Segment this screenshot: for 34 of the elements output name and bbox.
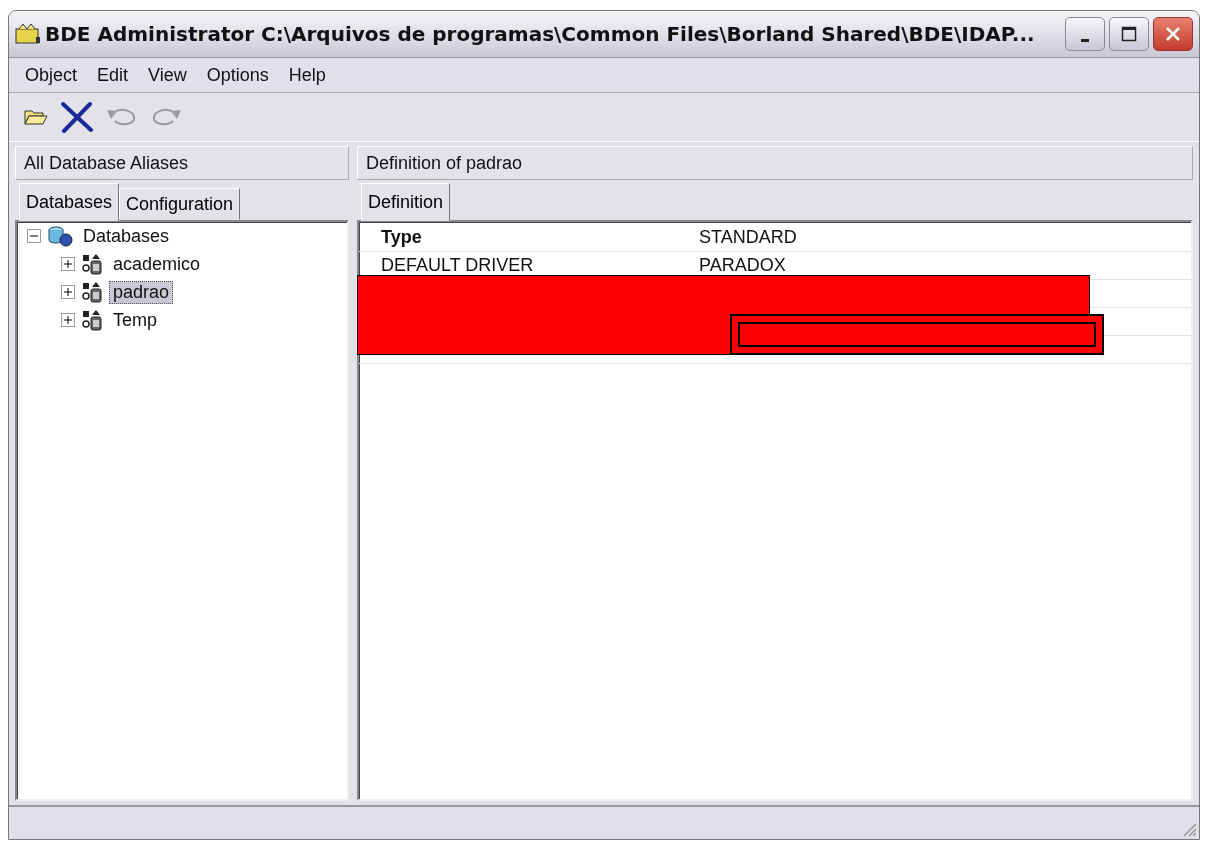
tree-item[interactable]: Temp xyxy=(109,308,161,332)
database-alias-icon xyxy=(81,253,103,275)
expand-icon[interactable] xyxy=(61,313,75,327)
tab[interactable]: Databases xyxy=(19,183,120,221)
tree-item[interactable]: padrao xyxy=(109,280,174,304)
property-value: PARADOX xyxy=(698,255,786,276)
expand-icon[interactable] xyxy=(61,285,75,299)
maximize-button[interactable] xyxy=(1109,17,1149,51)
menu-item[interactable]: Options xyxy=(206,64,269,86)
database-engine-icon xyxy=(15,23,41,45)
pane-header: Definition of padrao xyxy=(357,146,1193,180)
property-name: DEFAULT DRIVER xyxy=(380,255,535,276)
tab[interactable]: Configuration xyxy=(119,188,241,220)
tree-item[interactable]: Databases xyxy=(79,224,174,248)
tree-item[interactable]: academico xyxy=(109,252,205,276)
window-title: BDE Administrator C:\Arquivos de programas\Common Files\Borland Shared\BDE\IDAP... xyxy=(45,22,1036,46)
collapse-icon[interactable] xyxy=(27,229,41,243)
menu-item[interactable]: Object xyxy=(25,64,78,86)
menu-item[interactable]: Edit xyxy=(97,64,129,86)
close-icon xyxy=(1165,26,1181,42)
menu-item[interactable]: View xyxy=(148,64,187,86)
tab[interactable]: Definition xyxy=(361,183,451,221)
property-value: STANDARD xyxy=(698,227,797,248)
expand-icon[interactable] xyxy=(61,257,75,271)
property-name: Type xyxy=(380,227,423,248)
resize-grip-icon[interactable] xyxy=(1181,821,1197,837)
minimize-icon xyxy=(1081,38,1089,42)
databases-icon xyxy=(47,225,73,247)
maximize-icon xyxy=(1121,26,1137,42)
close-button[interactable] xyxy=(1153,17,1193,51)
database-alias-icon xyxy=(81,309,103,331)
menu-item[interactable]: Help xyxy=(288,64,326,86)
database-alias-icon xyxy=(81,281,103,303)
pane-header: All Database Aliases xyxy=(15,146,349,180)
